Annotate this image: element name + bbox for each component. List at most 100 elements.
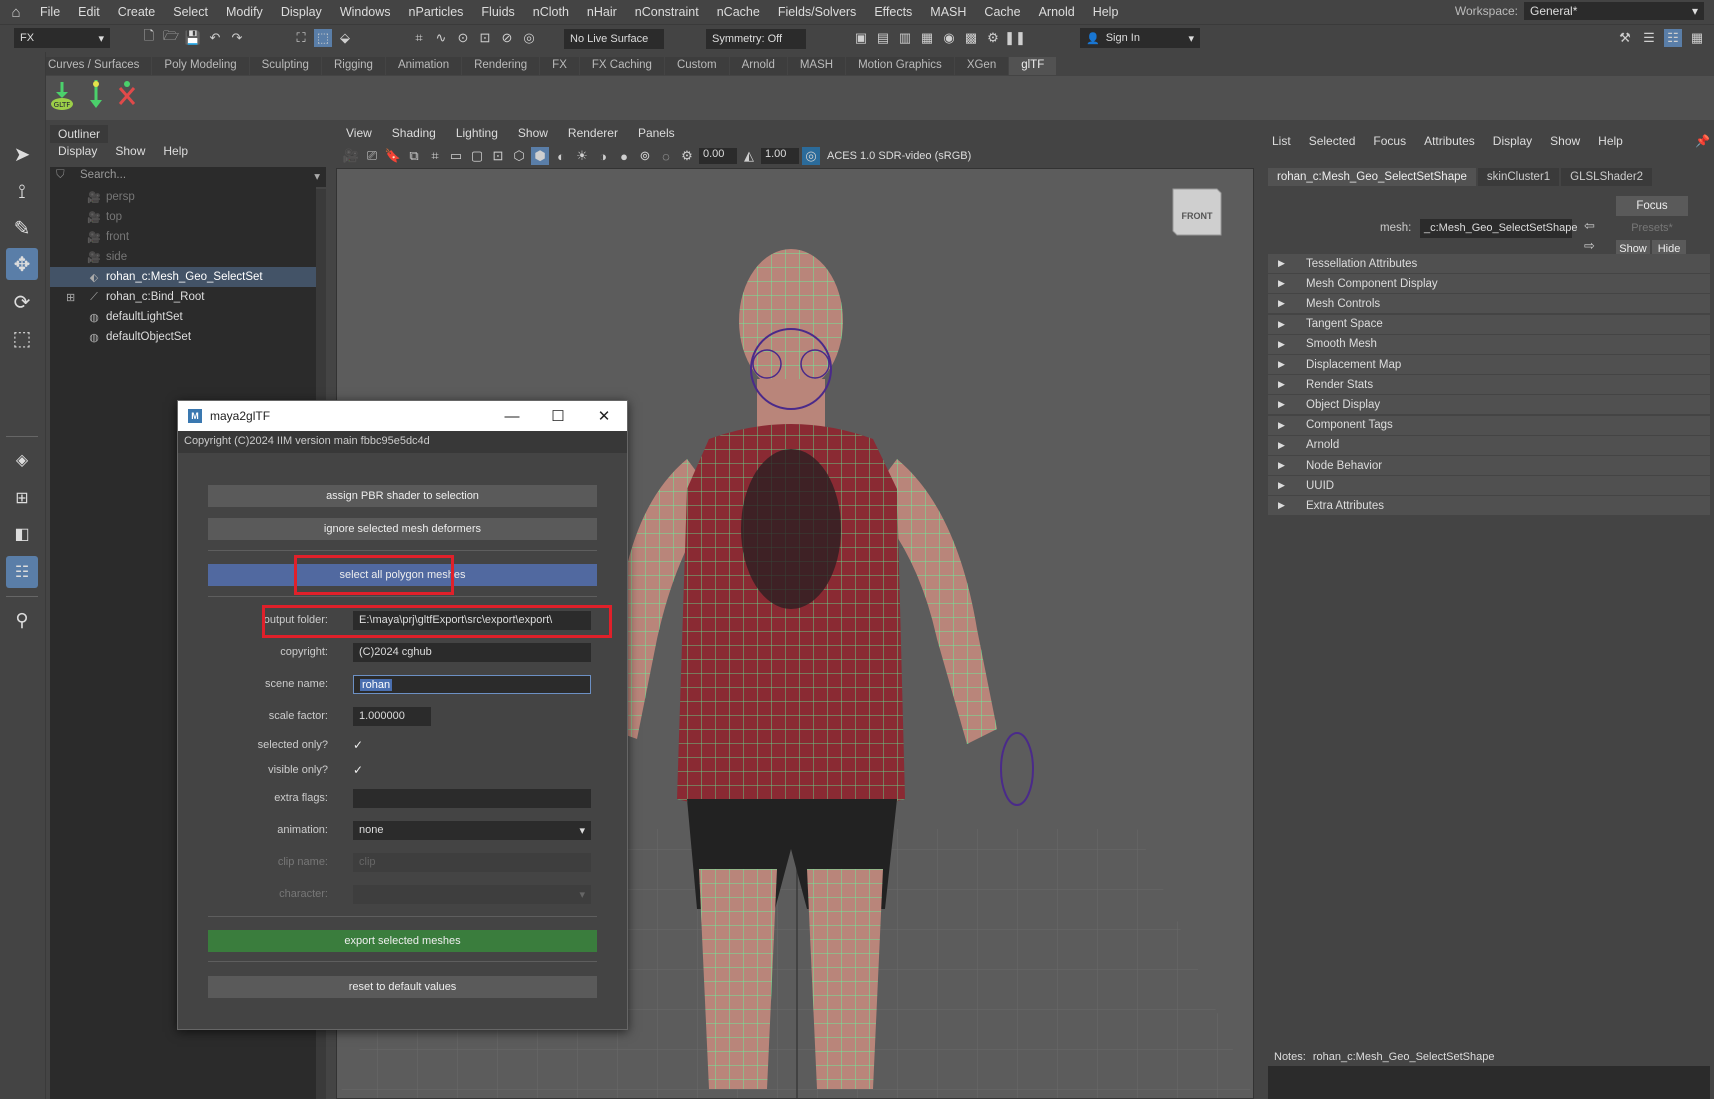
menu-nconstraint[interactable]: nConstraint [627,5,709,19]
exposure-field[interactable]: 0.00 [699,148,737,164]
lasso-tool-icon[interactable]: ⟟ [6,176,38,208]
sign-in-dropdown[interactable]: 👤 Sign In ▾ [1080,28,1200,48]
scale-tool-icon[interactable]: ⬚ [6,322,38,354]
viewport-menu-shading[interactable]: Shading [392,126,436,146]
search-icon[interactable]: ⚲ [6,604,38,636]
view-cube[interactable]: FRONT [1172,188,1222,236]
live-surface-field[interactable]: No Live Surface [564,29,664,49]
menu-nhair[interactable]: nHair [579,5,627,19]
menu-fields-solvers[interactable]: Fields/Solvers [770,5,867,19]
menu-help[interactable]: Help [1085,5,1129,19]
notes-field[interactable] [1268,1066,1710,1099]
character-dropdown[interactable]: ▾ [353,885,591,904]
render-frame-icon[interactable]: ▤ [874,29,892,47]
ae-section-uuid[interactable]: ▶ UUID [1268,476,1710,496]
outliner-item[interactable]: ◍ defaultLightSet [50,307,316,327]
snap-surface-icon[interactable]: ⊘ [498,29,516,47]
undo-icon[interactable]: ↶ [206,29,224,47]
move-tool-icon[interactable]: ✥ [6,248,38,280]
copy-tab-icon[interactable]: ⇨ [1584,238,1595,254]
redo-icon[interactable]: ↷ [228,29,246,47]
menu-fluids[interactable]: Fluids [473,5,524,19]
arnold-ipr-icon[interactable]: ⚙ [984,29,1002,47]
menu-ncache[interactable]: nCache [709,5,770,19]
wireframe-icon[interactable]: ⬡ [510,147,528,165]
shelf-tab-mash[interactable]: MASH [787,57,846,75]
viewport-menu-renderer[interactable]: Renderer [568,126,618,146]
grid-icon[interactable]: ⌗ [426,147,444,165]
minimize-icon[interactable]: — [489,408,535,425]
shelf-tab-motion-graphics[interactable]: Motion Graphics [846,57,954,75]
resolution-gate-icon[interactable]: ▢ [468,147,486,165]
shelf-tab-xgen[interactable]: XGen [954,57,1009,75]
save-scene-icon[interactable]: 💾 [184,29,202,47]
pause-icon[interactable]: ❚❚ [1004,29,1026,47]
snap-grid-icon[interactable]: ⌗ [410,29,428,47]
menu-edit[interactable]: Edit [70,5,110,19]
menu-arnold[interactable]: Arnold [1031,5,1085,19]
menu-select[interactable]: Select [165,5,218,19]
menu-file[interactable]: File [32,5,70,19]
modeling-toolkit-icon[interactable]: ⚒ [1616,29,1634,47]
ignore-deformers-button[interactable]: ignore selected mesh deformers [208,518,597,540]
shelf-tab-fx-caching[interactable]: FX Caching [579,57,664,75]
extra-flags-field[interactable] [353,789,591,808]
attribute-editor-icon[interactable]: ☷ [1664,29,1682,47]
chevron-down-icon[interactable]: ▾ [314,169,320,183]
camera-attributes-icon[interactable]: ⎚ [363,147,381,165]
close-icon[interactable]: ✕ [581,407,627,425]
workspace-dropdown[interactable]: General* ▾ [1524,2,1704,20]
outliner-item[interactable]: 🎥 top [50,207,316,227]
home-icon[interactable]: ⌂ [0,4,32,21]
shadows-icon[interactable]: ◑ [594,147,612,165]
shelf-tab-rigging[interactable]: Rigging [321,57,385,75]
snap-point-icon[interactable]: ⊙ [454,29,472,47]
outliner-item[interactable]: 🎥 persp [50,187,316,207]
render-view-icon[interactable]: ▣ [852,29,870,47]
ae-menu-show[interactable]: Show [1550,134,1580,148]
ae-section-tessellation-attributes[interactable]: ▶ Tessellation Attributes [1268,254,1710,273]
ae-menu-focus[interactable]: Focus [1373,134,1406,148]
clip-name-field[interactable]: clip [353,853,591,872]
menu-ncloth[interactable]: nCloth [525,5,579,19]
shelf-tab-curves-surfaces[interactable]: Curves / Surfaces [36,57,152,75]
shelf-tab-sculpting[interactable]: Sculpting [249,57,321,75]
assign-pbr-shader-button[interactable]: assign PBR shader to selection [208,485,597,507]
ae-section-displacement-map[interactable]: ▶ Displacement Map [1268,355,1710,374]
menu-modify[interactable]: Modify [218,5,273,19]
safe-action-icon[interactable]: ⊡ [489,147,507,165]
scale-factor-field[interactable]: 1.000000 [353,707,431,726]
ae-tab-skincluster1[interactable]: skinCluster1 [1477,168,1560,186]
lights-icon[interactable]: ☀ [573,147,591,165]
ae-menu-attributes[interactable]: Attributes [1424,134,1475,148]
visible-only-checkbox[interactable]: ✓ [353,763,367,777]
object-mode-icon[interactable]: ⬚ [314,29,332,47]
menu-effects[interactable]: Effects [866,5,922,19]
outliner-item[interactable]: ◍ defaultObjectSet [50,327,316,347]
ae-tab-rohan-c-mesh-geo-selectsetshape[interactable]: rohan_c:Mesh_Geo_SelectSetShape [1268,168,1476,186]
export-selected-meshes-button[interactable]: export selected meshes [208,930,597,952]
four-view-icon[interactable]: ⊞ [6,482,38,514]
snap-curve-icon[interactable]: ∿ [432,29,450,47]
menuset-dropdown[interactable]: FX ▾ [14,28,110,48]
viewport-menu-view[interactable]: View [346,126,372,146]
single-view-icon[interactable]: ◈ [6,444,38,476]
ae-section-component-tags[interactable]: ▶ Component Tags [1268,415,1710,435]
color-management-icon[interactable]: ◎ [802,147,820,165]
copyright-field[interactable]: (C)2024 cghub [353,643,591,662]
select-tool-icon[interactable]: ➤ [6,138,38,170]
menu-display[interactable]: Display [273,5,332,19]
menu-windows[interactable]: Windows [332,5,401,19]
focus-button[interactable]: Focus [1616,196,1688,216]
ambient-occlusion-icon[interactable]: ● [615,147,633,165]
outliner-item[interactable]: ⊞ ⟋ rohan_c:Bind_Root [50,287,316,307]
ae-tab-glslshader2[interactable]: GLSLShader2 [1561,168,1653,186]
scene-name-field[interactable]: rohan [353,675,591,694]
viewport-menu-show[interactable]: Show [518,126,548,146]
film-gate-icon[interactable]: ▭ [447,147,465,165]
ae-section-node-behavior[interactable]: ▶ Node Behavior [1268,456,1710,475]
xray-icon[interactable]: ◌ [657,147,675,165]
exposure-icon[interactable]: ⚙ [678,147,696,165]
reset-defaults-button[interactable]: reset to default values [208,976,597,998]
hypershade-icon[interactable]: ◉ [940,29,958,47]
